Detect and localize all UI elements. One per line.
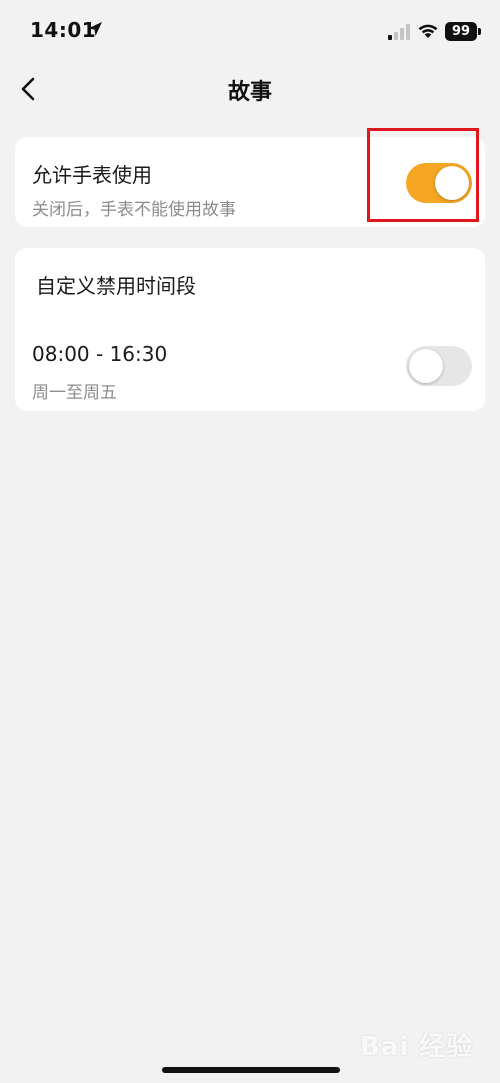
custom-period-card: 自定义禁用时间段 08:00 - 16:30 周一至周五 [15,248,485,411]
location-arrow-icon [88,22,102,36]
allow-watch-title: 允许手表使用 [32,163,152,187]
schedule-time-range: 08:00 - 16:30 [32,342,168,366]
allow-watch-subtitle: 关闭后，手表不能使用故事 [32,200,236,220]
schedule-days: 周一至周五 [32,383,117,403]
page-title: 故事 [227,80,272,105]
home-indicator[interactable] [162,1067,340,1073]
schedule-toggle[interactable] [406,346,472,386]
cellular-signal-icon [388,24,410,40]
highlight-annotation [367,128,479,222]
watermark: Bai 经验 [360,1032,474,1062]
battery-icon: 99 [445,22,481,41]
nav-bar: 故事 [0,64,500,114]
custom-period-title: 自定义禁用时间段 [36,274,196,298]
toggle-knob [409,349,443,383]
status-bar: 14:01 99 [0,0,500,64]
wifi-icon [418,24,438,38]
